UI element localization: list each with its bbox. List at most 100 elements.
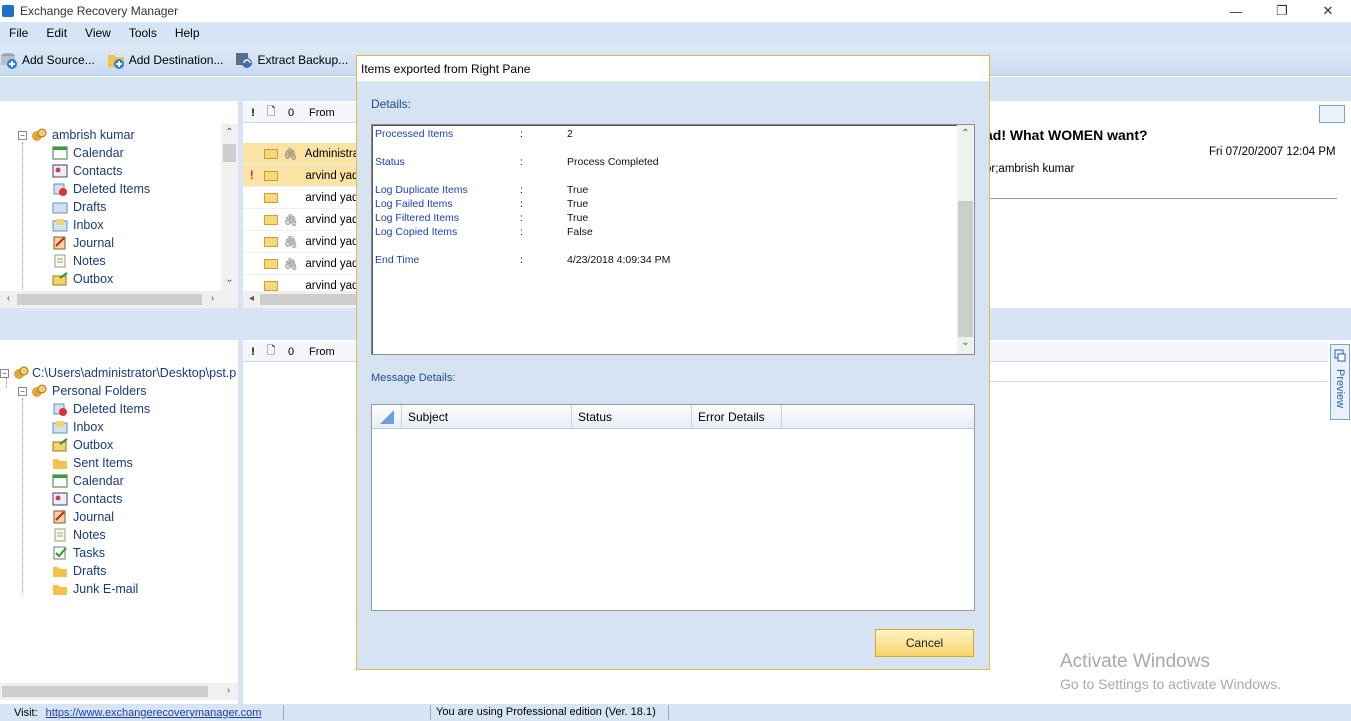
importance-column[interactable]: ! (245, 107, 261, 119)
tree-item-outbox[interactable]: Outbox (52, 436, 113, 454)
tasks-icon (53, 546, 67, 560)
calendar-icon (52, 146, 68, 160)
menu-view[interactable]: View (76, 26, 120, 40)
message-row[interactable]: 🖇 arvind yad (243, 253, 357, 275)
window-controls: — ❐ ✕ (1213, 0, 1351, 22)
menu-file[interactable]: File (0, 26, 37, 40)
tree-item-outbox[interactable]: Outbox (52, 270, 113, 288)
edition-text: You are using Professional edition (Ver.… (436, 706, 656, 718)
attachment-column[interactable]: 0 (281, 107, 301, 119)
tree-item-sent-items[interactable]: Sent Items (52, 454, 133, 472)
add-source-button[interactable]: Add Source... (0, 51, 101, 69)
scroll-down-icon[interactable]: ⌄ (221, 274, 238, 285)
grid-corner[interactable] (372, 405, 402, 428)
tree-item-label: Calendar (73, 474, 124, 488)
drafts-icon (52, 202, 68, 214)
notes-icon (54, 528, 66, 542)
grid-header: Subject Status Error Details (372, 405, 974, 429)
tree-item-label: Notes (73, 254, 106, 268)
scroll-down-icon[interactable]: ⌄ (957, 337, 974, 348)
scroll-left-icon[interactable]: ‹ (0, 293, 17, 304)
source-tree-hscroll[interactable]: ‹ › (0, 291, 238, 308)
tree-root-destination[interactable]: − C:\Users\administrator\Desktop\pst.p (0, 364, 236, 382)
tree-item-journal[interactable]: Journal (52, 508, 114, 526)
minimize-button[interactable]: — (1213, 0, 1259, 22)
details-row: Log Duplicate Items: True (375, 184, 955, 198)
message-list-hscroll[interactable]: ◂ (243, 291, 357, 308)
preview-subject: ad! What WOMEN want? (985, 127, 1148, 143)
source-tree-vscroll[interactable]: ⌃ ⌄ (221, 124, 238, 292)
collapse-toggle[interactable]: − (18, 386, 27, 396)
mailbox-icon (32, 384, 47, 397)
tree-item-journal[interactable]: Journal (52, 234, 114, 252)
maximize-button[interactable]: ❐ (1259, 0, 1305, 22)
tree-item-tasks[interactable]: Tasks (52, 544, 105, 562)
preview-detach-button[interactable] (1319, 105, 1345, 123)
menu-tools[interactable]: Tools (120, 26, 166, 40)
tree-item-inbox[interactable]: Inbox (52, 418, 104, 436)
tree-item-calendar[interactable]: Calendar (52, 472, 124, 490)
tree-item-drafts[interactable]: Drafts (52, 198, 106, 216)
tree-item-calendar[interactable]: Calendar (52, 144, 124, 162)
tree-item-deleted-items[interactable]: Deleted Items (52, 180, 150, 198)
message-row[interactable]: ! arvind yad (243, 165, 357, 187)
cancel-button[interactable]: Cancel (875, 629, 974, 657)
activation-watermark-title: Activate Windows (1060, 651, 1210, 672)
database-add-icon (0, 51, 18, 69)
details-vscroll[interactable]: ⌃ ⌄ (957, 125, 974, 354)
preview-date: Fri 07/20/2007 12:04 PM (1209, 146, 1336, 158)
scroll-up-icon[interactable]: ⌃ (221, 127, 238, 138)
scroll-up-icon[interactable]: ⌃ (957, 128, 974, 139)
extract-backup-button[interactable]: Extract Backup... (229, 51, 354, 69)
grid-col-status[interactable]: Status (572, 405, 692, 428)
message-row[interactable]: arvind yad (243, 187, 357, 209)
message-row[interactable]: 🖇 arvind yad (243, 209, 357, 231)
message-row[interactable]: 🖇 Administra (243, 143, 357, 165)
tree-item-label: Junk E-mail (73, 582, 139, 596)
details-row: Processed Items: 2 (375, 128, 955, 142)
from-column[interactable]: From (309, 107, 335, 119)
collapse-toggle[interactable]: − (0, 368, 9, 378)
tree-item-junk-email[interactable]: Junk E-mail (52, 580, 138, 598)
dest-list-header: ! 🗋 0 From (243, 342, 357, 362)
tree-item-inbox[interactable]: Inbox (52, 216, 104, 234)
scroll-left-icon[interactable]: ◂ (243, 293, 260, 304)
collapse-toggle[interactable]: − (18, 130, 27, 140)
scroll-right-icon[interactable]: › (220, 685, 237, 696)
preview-tab[interactable]: Preview (1330, 344, 1350, 420)
tree-item-drafts[interactable]: Drafts (52, 562, 106, 580)
scroll-right-icon[interactable]: › (204, 293, 221, 304)
grid-col-error-details[interactable]: Error Details (692, 405, 782, 428)
backup-icon (235, 51, 253, 69)
details-separator: : (520, 226, 523, 238)
tree-item-personal-folders[interactable]: − Personal Folders (18, 382, 147, 400)
details-separator: : (520, 184, 523, 196)
dest-tree-hscroll[interactable]: › (0, 683, 238, 700)
from-column[interactable]: From (309, 346, 335, 358)
menu-help[interactable]: Help (166, 26, 209, 40)
details-row: Status: Process Completed (375, 156, 955, 170)
details-key: Status (375, 156, 405, 168)
tree-root-source[interactable]: − ambrish kumar (18, 126, 135, 144)
tree-item-contacts[interactable]: Contacts (52, 490, 122, 508)
journal-icon (53, 236, 66, 250)
attachment-column[interactable]: 0 (281, 346, 301, 358)
tree-item-notes[interactable]: Notes (52, 526, 106, 544)
website-link[interactable]: https://www.exchangerecoverymanager.com (46, 707, 262, 719)
tree-item-notes[interactable]: Notes (52, 252, 106, 270)
message-from: arvind yad (305, 169, 357, 182)
tree-item-deleted-items[interactable]: Deleted Items (52, 400, 150, 418)
message-row[interactable]: 🖇 arvind yad (243, 231, 357, 253)
menu-edit[interactable]: Edit (37, 26, 76, 40)
grid-col-subject[interactable]: Subject (402, 405, 572, 428)
type-column[interactable]: 🗋 (261, 342, 281, 361)
importance-column[interactable]: ! (245, 346, 261, 358)
close-button[interactable]: ✕ (1305, 0, 1351, 22)
details-value: True (567, 184, 589, 196)
type-column[interactable]: 🗋 (261, 103, 281, 122)
pst-file-icon (14, 366, 29, 379)
tree-item-contacts[interactable]: Contacts (52, 162, 122, 180)
details-separator: : (520, 198, 523, 210)
add-destination-button[interactable]: Add Destination... (101, 51, 230, 69)
outbox-icon (52, 272, 68, 286)
